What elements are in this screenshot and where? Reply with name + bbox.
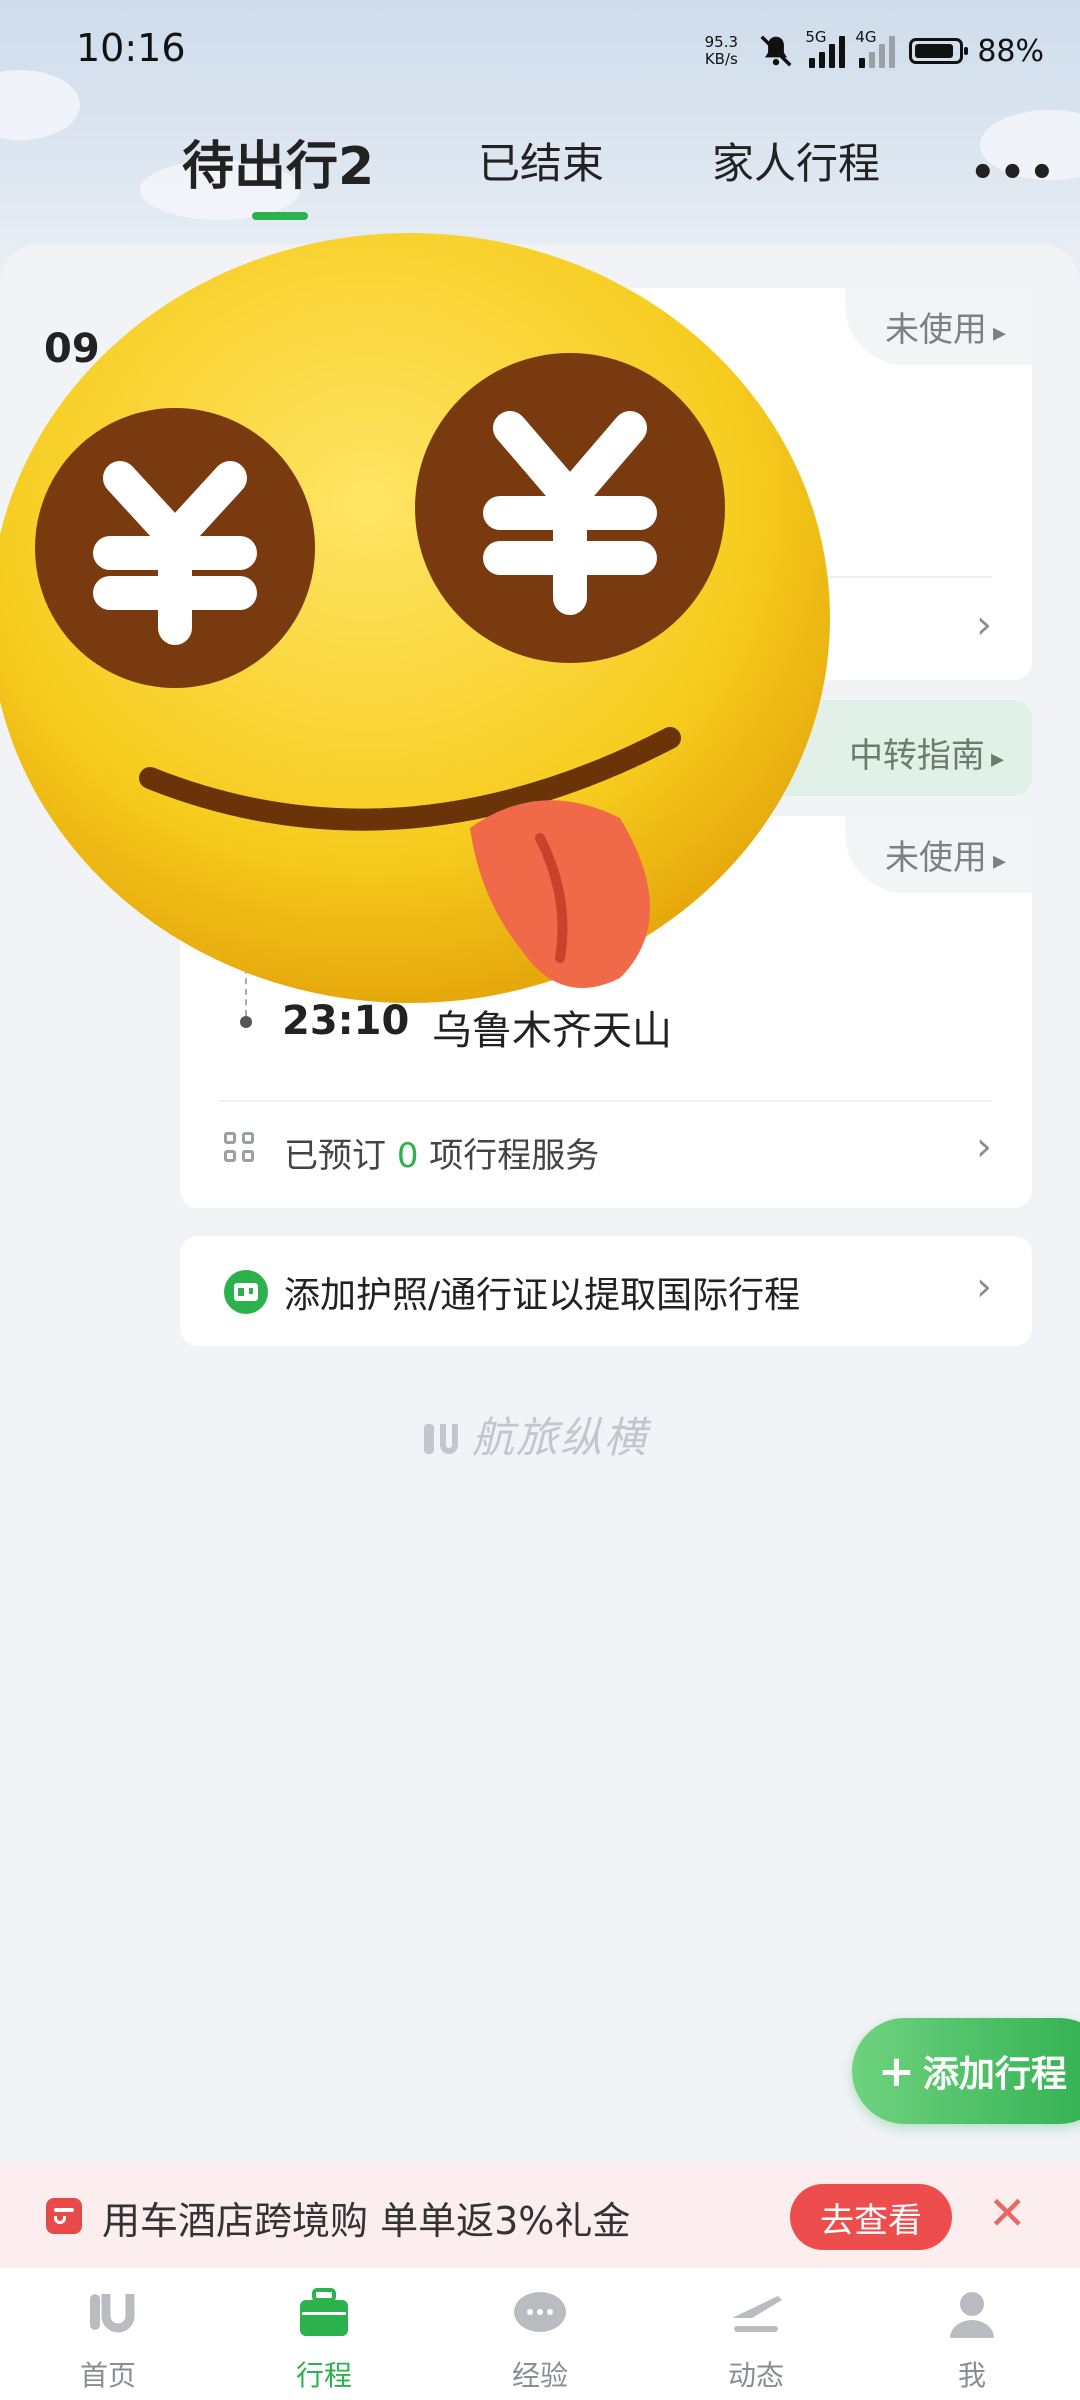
close-icon[interactable]: ✕ — [988, 2186, 1027, 2240]
transfer-guide-link[interactable]: 中转指南 — [849, 728, 1004, 777]
chevron-right-icon[interactable]: › — [976, 1124, 992, 1170]
bell-muted-icon — [760, 35, 792, 67]
trip-date: 09 — [44, 326, 100, 372]
home-logo-icon — [90, 2294, 135, 2333]
status-icons: 95.3 KB/s 5G 4G 88% — [699, 26, 1044, 76]
departure-city-partial: 西 — [558, 946, 591, 984]
luggage-icon — [300, 2288, 348, 2336]
card-divider — [220, 576, 992, 578]
transfer-guide-bar[interactable]: 中转指南 — [180, 700, 1032, 796]
card-divider — [220, 1100, 992, 1102]
ticket-status-badge[interactable]: 未使用 — [844, 816, 1032, 893]
promo-banner: 用车酒店跨境购 单单返3%礼金 去查看 ✕ — [0, 2164, 1080, 2268]
plus-icon: + — [878, 2045, 915, 2097]
coupon-icon — [46, 2198, 82, 2234]
nav-status[interactable]: 动态 — [648, 2268, 864, 2400]
route-line — [245, 936, 247, 1016]
promo-text: 用车酒店跨境购 单单返3%礼金 — [102, 2199, 631, 2243]
brand-logo-icon — [420, 1420, 464, 1458]
active-tab-indicator — [252, 212, 308, 220]
signal-4g-icon: 4G — [855, 28, 896, 68]
brand-watermark: 航旅纵横 — [420, 1404, 648, 1465]
person-icon — [950, 2292, 994, 2338]
id-card-icon — [224, 1270, 268, 1314]
arrival-time: 23:10 — [282, 998, 410, 1044]
nav-experience[interactable]: 经验 — [432, 2268, 648, 2400]
tab-finished[interactable]: 已结束 — [478, 130, 604, 191]
nav-me[interactable]: 我 — [864, 2268, 1080, 2400]
status-bar: 10:16 95.3 KB/s 5G 4G 88% — [0, 0, 1080, 100]
add-trip-button[interactable]: + 添加行程 — [852, 2018, 1080, 2124]
arrival-airport: 乌鲁木齐天山 — [432, 1008, 672, 1054]
add-passport-text: 添加护照/通行证以提取国际行程 — [284, 1275, 801, 1316]
nav-home[interactable]: 首页 — [0, 2268, 216, 2400]
flight-card-2[interactable]: 未使用 西 23:10 乌鲁木齐天山 已预订 0 项行程服务 › — [180, 816, 1032, 1208]
booked-count: 0 — [396, 1136, 419, 1176]
ticket-status-badge[interactable]: 未使用 — [844, 288, 1032, 365]
add-passport-card[interactable]: 添加护照/通行证以提取国际行程 › — [180, 1236, 1032, 1346]
promo-view-button[interactable]: 去查看 — [790, 2184, 952, 2250]
tab-family-trips[interactable]: 家人行程 — [712, 130, 880, 191]
bottom-navigation: 首页 行程 经验 动态 我 — [0, 2268, 1080, 2400]
flight-card-1[interactable]: 未使用 › — [180, 288, 1032, 680]
battery-percent: 88% — [977, 33, 1044, 69]
trip-tabs: 待出行2 已结束 家人行程 ••• — [0, 130, 1080, 230]
battery-icon — [909, 38, 969, 64]
nav-trips[interactable]: 行程 — [216, 2268, 432, 2400]
chat-bubble-icon — [514, 2292, 566, 2332]
chevron-right-icon[interactable]: › — [976, 602, 992, 648]
signal-5g-icon: 5G — [805, 28, 846, 68]
net-speed: 95.3 KB/s — [704, 33, 739, 68]
clock: 10:16 — [76, 26, 186, 70]
arrival-dot — [240, 1016, 252, 1028]
booked-services[interactable]: 已预订 0 项行程服务 — [284, 1128, 599, 1177]
tab-upcoming[interactable]: 待出行2 — [182, 124, 374, 199]
grid-icon — [224, 1132, 258, 1166]
plane-icon — [732, 2296, 782, 2332]
more-options-icon[interactable]: ••• — [970, 150, 1059, 196]
chevron-right-icon[interactable]: › — [976, 1264, 992, 1310]
